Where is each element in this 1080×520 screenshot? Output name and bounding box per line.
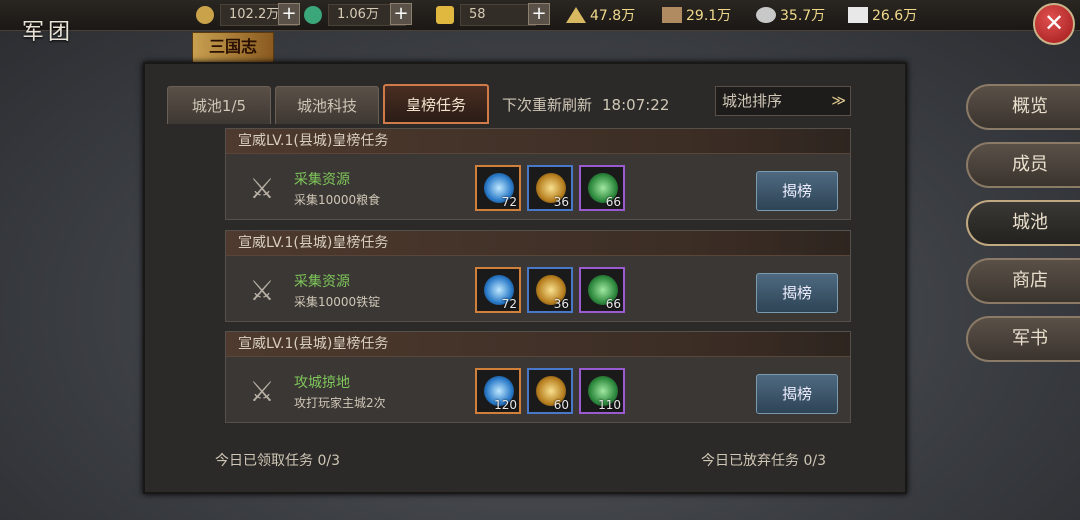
resource-stone: 35.7万: [756, 5, 825, 25]
close-button[interactable]: ✕: [1033, 3, 1075, 45]
reward-jade-seal[interactable]: 66: [579, 267, 625, 313]
city-sort-dropdown[interactable]: 城池排序 ≫: [715, 86, 851, 116]
side-nav-military-books[interactable]: 军书: [966, 316, 1080, 362]
task-emblem-icon: ⚔: [249, 274, 275, 307]
reward-count: 66: [605, 297, 621, 311]
resource-gold-value: 58: [460, 4, 536, 26]
add-gold-button[interactable]: +: [528, 3, 550, 25]
accept-task-button[interactable]: 揭榜: [756, 273, 838, 313]
game-logo: 三国志: [192, 32, 274, 64]
task-name: 采集资源: [294, 274, 350, 290]
refresh-label: 下次重新刷新: [502, 96, 593, 114]
resource-gold: 58: [436, 4, 536, 26]
task-card: 宣威LV.1(县城)皇榜任务 ⚔ 采集资源 采集10000铁锭 72 36 66…: [225, 230, 851, 322]
resource-grain: 47.8万: [566, 5, 635, 25]
grain-icon: [566, 7, 586, 23]
gold-ingot-icon: [436, 6, 454, 24]
task-emblem-icon: ⚔: [249, 172, 275, 205]
resource-stone-value: 35.7万: [780, 8, 826, 24]
iron-ingot-icon: [848, 7, 868, 23]
reward-pouch[interactable]: 36: [527, 267, 573, 313]
task-title: 宣威LV.1(县城)皇榜任务: [226, 129, 850, 154]
resource-wood-value: 29.1万: [686, 8, 732, 24]
add-jade-button[interactable]: +: [390, 3, 412, 25]
reward-count: 60: [553, 398, 569, 412]
reward-orb[interactable]: 72: [475, 267, 521, 313]
reward-count: 36: [553, 297, 569, 311]
reward-jade-seal[interactable]: 66: [579, 165, 625, 211]
reward-orb[interactable]: 120: [475, 368, 521, 414]
reward-count: 110: [598, 398, 621, 412]
reward-orb[interactable]: 72: [475, 165, 521, 211]
task-emblem-icon: ⚔: [249, 375, 275, 408]
task-title: 宣威LV.1(县城)皇榜任务: [226, 332, 850, 357]
side-nav-shop[interactable]: 商店: [966, 258, 1080, 304]
stone-icon: [756, 7, 776, 23]
side-nav-overview[interactable]: 概览: [966, 84, 1080, 130]
accept-task-button[interactable]: 揭榜: [756, 374, 838, 414]
task-name: 攻城掠地: [294, 375, 350, 391]
tab-cities[interactable]: 城池1/5: [167, 86, 271, 124]
reward-count: 72: [501, 195, 517, 209]
reward-pouch[interactable]: 60: [527, 368, 573, 414]
accepted-count: 今日已领取任务 0/3: [215, 453, 340, 469]
refresh-timer: 下次重新刷新 18:07:22: [502, 94, 669, 115]
abandoned-count: 今日已放弃任务 0/3: [701, 453, 826, 469]
wood-icon: [662, 7, 682, 23]
reward-pouch[interactable]: 36: [527, 165, 573, 211]
side-nav-cities[interactable]: 城池: [966, 200, 1080, 246]
sort-label: 城池排序: [722, 92, 783, 110]
resource-wood: 29.1万: [662, 5, 731, 25]
accept-task-button[interactable]: 揭榜: [756, 171, 838, 211]
resource-iron-value: 26.6万: [872, 8, 918, 24]
reward-count: 72: [501, 297, 517, 311]
city-task-panel: 城池1/5 城池科技 皇榜任务 下次重新刷新 18:07:22 城池排序 ≫ 宣威…: [143, 62, 907, 494]
tab-city-tech[interactable]: 城池科技: [275, 86, 379, 124]
reward-count: 120: [494, 398, 517, 412]
tab-imperial-tasks[interactable]: 皇榜任务: [383, 84, 489, 124]
reward-jade-seal[interactable]: 110: [579, 368, 625, 414]
jade-icon: [304, 6, 322, 24]
coin-icon: [196, 6, 214, 24]
reward-count: 36: [553, 195, 569, 209]
task-description: 采集10000铁锭: [294, 295, 381, 309]
task-name: 采集资源: [294, 172, 350, 188]
task-description: 采集10000粮食: [294, 193, 381, 207]
task-description: 攻打玩家主城2次: [294, 396, 386, 410]
task-title: 宣威LV.1(县城)皇榜任务: [226, 231, 850, 256]
reward-count: 66: [605, 195, 621, 209]
add-copper-button[interactable]: +: [278, 3, 300, 25]
task-card: 宣威LV.1(县城)皇榜任务 ⚔ 采集资源 采集10000粮食 72 36 66…: [225, 128, 851, 220]
chevron-down-icon: ≫: [831, 93, 846, 109]
side-nav-members[interactable]: 成员: [966, 142, 1080, 188]
page-title: 军团: [22, 20, 75, 45]
resource-grain-value: 47.8万: [590, 8, 636, 24]
resource-iron: 26.6万: [848, 5, 917, 25]
task-card: 宣威LV.1(县城)皇榜任务 ⚔ 攻城掠地 攻打玩家主城2次 120 60 11…: [225, 331, 851, 423]
refresh-time: 18:07:22: [602, 96, 670, 114]
